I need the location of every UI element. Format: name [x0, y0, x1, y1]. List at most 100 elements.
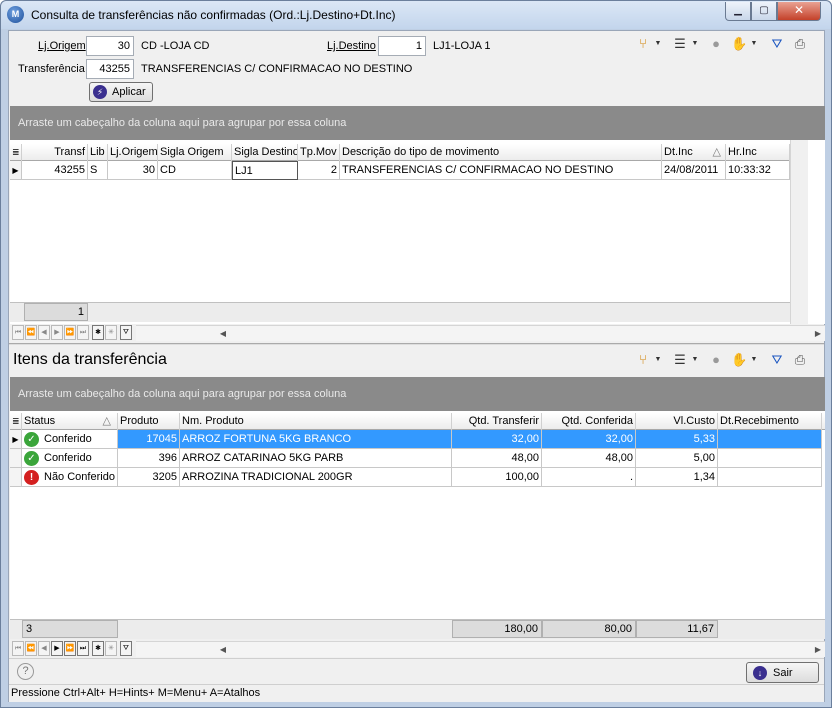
next-page-icon[interactable]: ⏩	[64, 325, 76, 340]
cell-dt-recebimento[interactable]	[718, 430, 822, 449]
cell-qtd-transferir[interactable]: 32,00	[452, 430, 542, 449]
prev-record-icon[interactable]: ◀	[38, 641, 50, 656]
transferencia-field[interactable]: 43255	[86, 59, 134, 79]
last-record-icon[interactable]: ⏭	[77, 325, 89, 340]
circle-icon[interactable]: ●	[708, 352, 724, 368]
maximize-button[interactable]: ▢	[751, 2, 777, 21]
cell-qtd-conferida[interactable]: 48,00	[542, 449, 636, 468]
filter-icon[interactable]: ⛛	[120, 325, 132, 340]
list-icon[interactable]: ☰	[672, 352, 688, 368]
sair-button[interactable]: ↓ Sair	[746, 662, 819, 683]
cell-vl-custo[interactable]: 5,00	[636, 449, 718, 468]
column-header-lib[interactable]: Lib	[88, 144, 108, 161]
items-group-by-bar[interactable]: Arraste um cabeçalho da coluna aqui para…	[10, 377, 825, 411]
filter-icon[interactable]: ⛛	[769, 352, 785, 368]
help-icon[interactable]: ?	[17, 663, 34, 680]
cell-descricao[interactable]: TRANSFERENCIAS C/ CONFIRMACAO NO DESTINO	[340, 161, 662, 180]
cancel-record-icon[interactable]: ✳	[105, 641, 117, 656]
column-header-vl-custo[interactable]: Vl.Custo	[636, 413, 718, 430]
cell-qtd-transferir[interactable]: 100,00	[452, 468, 542, 487]
first-record-icon[interactable]: ⏮	[12, 641, 24, 656]
cell-vl-custo[interactable]: 5,33	[636, 430, 718, 449]
column-header-dt-recebimento[interactable]: Dt.Recebimento	[718, 413, 822, 430]
column-header-status[interactable]: Status △	[22, 413, 118, 430]
chevron-down-icon[interactable]: ▼	[654, 352, 662, 368]
cancel-record-icon[interactable]: ✳	[105, 325, 117, 340]
column-header-dt-inc[interactable]: Dt.Inc △	[662, 144, 726, 161]
cell-qtd-transferir[interactable]: 48,00	[452, 449, 542, 468]
cell-status[interactable]: ✓ Conferido	[22, 449, 118, 468]
column-header-hr-inc[interactable]: Hr.Inc	[726, 144, 790, 161]
cell-hr-inc[interactable]: 10:33:32	[726, 161, 790, 180]
scroll-left-icon[interactable]: ◀	[216, 326, 230, 341]
cell-nm-produto[interactable]: ARROZ FORTUNA 5KG BRANCO	[180, 430, 452, 449]
column-chooser-icon[interactable]: ≣	[10, 413, 22, 430]
chevron-down-icon[interactable]: ▼	[750, 36, 758, 52]
column-header-qtd-conferida[interactable]: Qtd. Conferida	[542, 413, 636, 430]
hand-icon[interactable]: ✋	[731, 352, 747, 368]
lj-origem-field[interactable]: 30	[86, 36, 134, 56]
scroll-right-icon[interactable]: ▶	[811, 642, 825, 657]
chevron-down-icon[interactable]: ▼	[654, 36, 662, 52]
column-header-produto[interactable]: Produto	[118, 413, 180, 430]
close-button[interactable]: ✕	[777, 2, 821, 21]
table-row[interactable]: ✓ Conferido 396 ARROZ CATARINAO 5KG PARB…	[10, 449, 822, 468]
next-record-icon[interactable]: ▶	[51, 325, 63, 340]
column-header-nm-produto[interactable]: Nm. Produto	[180, 413, 452, 430]
column-header-tp-mov[interactable]: Tp.Mov	[298, 144, 340, 161]
table-row[interactable]: ▶ ✓ Conferido 17045 ARROZ FORTUNA 5KG BR…	[10, 430, 822, 449]
lj-destino-field[interactable]: 1	[378, 36, 426, 56]
vertical-scrollbar[interactable]	[790, 140, 808, 324]
list-icon[interactable]: ☰	[672, 36, 688, 52]
column-header-sigla-destino[interactable]: Sigla Destino	[232, 144, 298, 161]
splitter[interactable]	[9, 343, 824, 345]
chevron-down-icon[interactable]: ▼	[691, 36, 699, 52]
column-header-sigla-origem[interactable]: Sigla Origem	[158, 144, 232, 161]
cell-nm-produto[interactable]: ARROZ CATARINAO 5KG PARB	[180, 449, 452, 468]
cell-lj-origem[interactable]: 30	[108, 161, 158, 180]
prev-page-icon[interactable]: ⏪	[25, 641, 37, 656]
next-page-icon[interactable]: ⏩	[64, 641, 76, 656]
cell-qtd-conferida[interactable]: 32,00	[542, 430, 636, 449]
prev-page-icon[interactable]: ⏪	[25, 325, 37, 340]
cell-produto[interactable]: 3205	[118, 468, 180, 487]
column-header-qtd-transferir[interactable]: Qtd. Transferir	[452, 413, 542, 430]
first-record-icon[interactable]: ⏮	[12, 325, 24, 340]
cell-produto[interactable]: 17045	[118, 430, 180, 449]
insert-record-icon[interactable]: ✱	[92, 325, 104, 340]
column-header-transf[interactable]: Transf	[22, 144, 88, 161]
chevron-down-icon[interactable]: ▼	[691, 352, 699, 368]
column-header-lj-origem[interactable]: Lj.Origem	[108, 144, 158, 161]
filter-icon[interactable]: ⛛	[769, 36, 785, 52]
printer-icon[interactable]: ⎙	[792, 352, 808, 368]
cell-dt-inc[interactable]: 24/08/2011	[662, 161, 726, 180]
table-row[interactable]: ! Não Conferido 3205 ARROZINA TRADICIONA…	[10, 468, 822, 487]
scroll-right-icon[interactable]: ▶	[811, 326, 825, 341]
column-header-descricao[interactable]: Descrição do tipo de movimento	[340, 144, 662, 161]
cell-tp-mov[interactable]: 2	[298, 161, 340, 180]
filter-icon[interactable]: ⛛	[120, 641, 132, 656]
cell-status[interactable]: ! Não Conferido	[22, 468, 118, 487]
printer-icon[interactable]: ⎙	[792, 36, 808, 52]
tree-icon[interactable]: ⑂	[635, 36, 651, 52]
horizontal-scrollbar[interactable]: ◀ ▶	[136, 325, 825, 341]
horizontal-scrollbar[interactable]: ◀ ▶	[136, 641, 825, 657]
cell-status[interactable]: ✓ Conferido	[22, 430, 118, 449]
cell-sigla-destino[interactable]: LJ1	[232, 161, 298, 180]
prev-record-icon[interactable]: ◀	[38, 325, 50, 340]
column-chooser-icon[interactable]: ≣	[10, 144, 22, 161]
last-record-icon[interactable]: ⏭	[77, 641, 89, 656]
cell-qtd-conferida[interactable]: .	[542, 468, 636, 487]
aplicar-button[interactable]: ⚡ Aplicar	[89, 82, 153, 102]
minimize-button[interactable]: ▁	[725, 2, 751, 21]
scroll-left-icon[interactable]: ◀	[216, 642, 230, 657]
table-row[interactable]: ▶ 43255 S 30 CD LJ1 2 TRANSFERENCIAS C/ …	[10, 161, 790, 180]
cell-nm-produto[interactable]: ARROZINA TRADICIONAL 200GR	[180, 468, 452, 487]
cell-dt-recebimento[interactable]	[718, 468, 822, 487]
cell-lib[interactable]: S	[88, 161, 108, 180]
next-record-icon[interactable]: ▶	[51, 641, 63, 656]
cell-vl-custo[interactable]: 1,34	[636, 468, 718, 487]
cell-dt-recebimento[interactable]	[718, 449, 822, 468]
cell-produto[interactable]: 396	[118, 449, 180, 468]
chevron-down-icon[interactable]: ▼	[750, 352, 758, 368]
